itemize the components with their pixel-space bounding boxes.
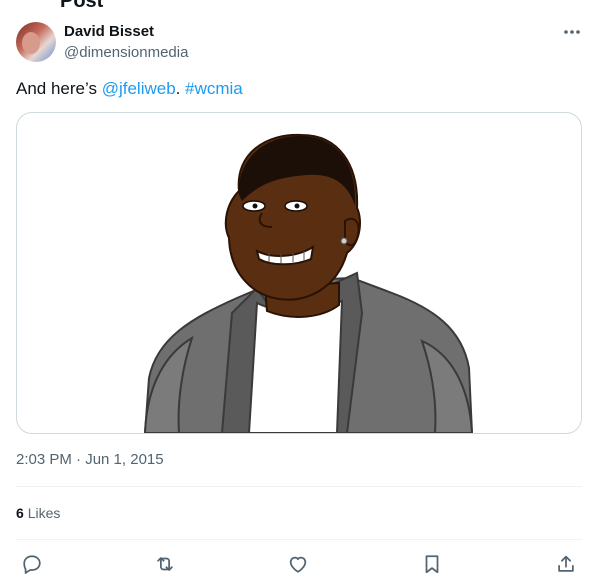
- more-icon: [564, 30, 580, 34]
- mention-link[interactable]: @jfeliweb: [102, 79, 176, 98]
- likes-number: 6: [16, 505, 24, 521]
- retweet-button[interactable]: [151, 550, 179, 578]
- reply-button[interactable]: [18, 550, 46, 578]
- likes-label: Likes: [27, 505, 61, 521]
- cartoon-portrait-image: [143, 133, 474, 433]
- bookmark-icon: [425, 555, 439, 574]
- post-timestamp[interactable]: 2:03 PM · Jun 1, 2015: [16, 451, 164, 468]
- author-name[interactable]: David Bisset: [64, 23, 154, 40]
- action-bar: [16, 550, 582, 576]
- post-header: David Bisset @dimensionmedia: [16, 22, 582, 64]
- avatar[interactable]: [16, 22, 56, 62]
- like-button[interactable]: [284, 550, 312, 578]
- bookmark-button[interactable]: [418, 550, 446, 578]
- author-handle[interactable]: @dimensionmedia: [64, 44, 188, 61]
- divider: [16, 486, 582, 487]
- retweet-icon: [157, 557, 173, 571]
- tweet-text: And here’s @jfeliweb. #wcmia: [16, 78, 243, 100]
- more-options-button[interactable]: [562, 24, 582, 40]
- heart-icon: [289, 556, 307, 573]
- tweet-text-separator: .: [175, 79, 186, 98]
- divider: [16, 539, 582, 540]
- reply-icon: [23, 555, 41, 574]
- page-heading-cut: Post: [60, 0, 104, 12]
- hashtag-link[interactable]: #wcmia: [185, 79, 243, 98]
- media-image[interactable]: [16, 112, 582, 434]
- likes-count[interactable]: 6 Likes: [16, 505, 60, 521]
- share-icon: [558, 555, 574, 572]
- share-button[interactable]: [552, 550, 580, 578]
- tweet-text-prefix: And here’s: [16, 79, 102, 98]
